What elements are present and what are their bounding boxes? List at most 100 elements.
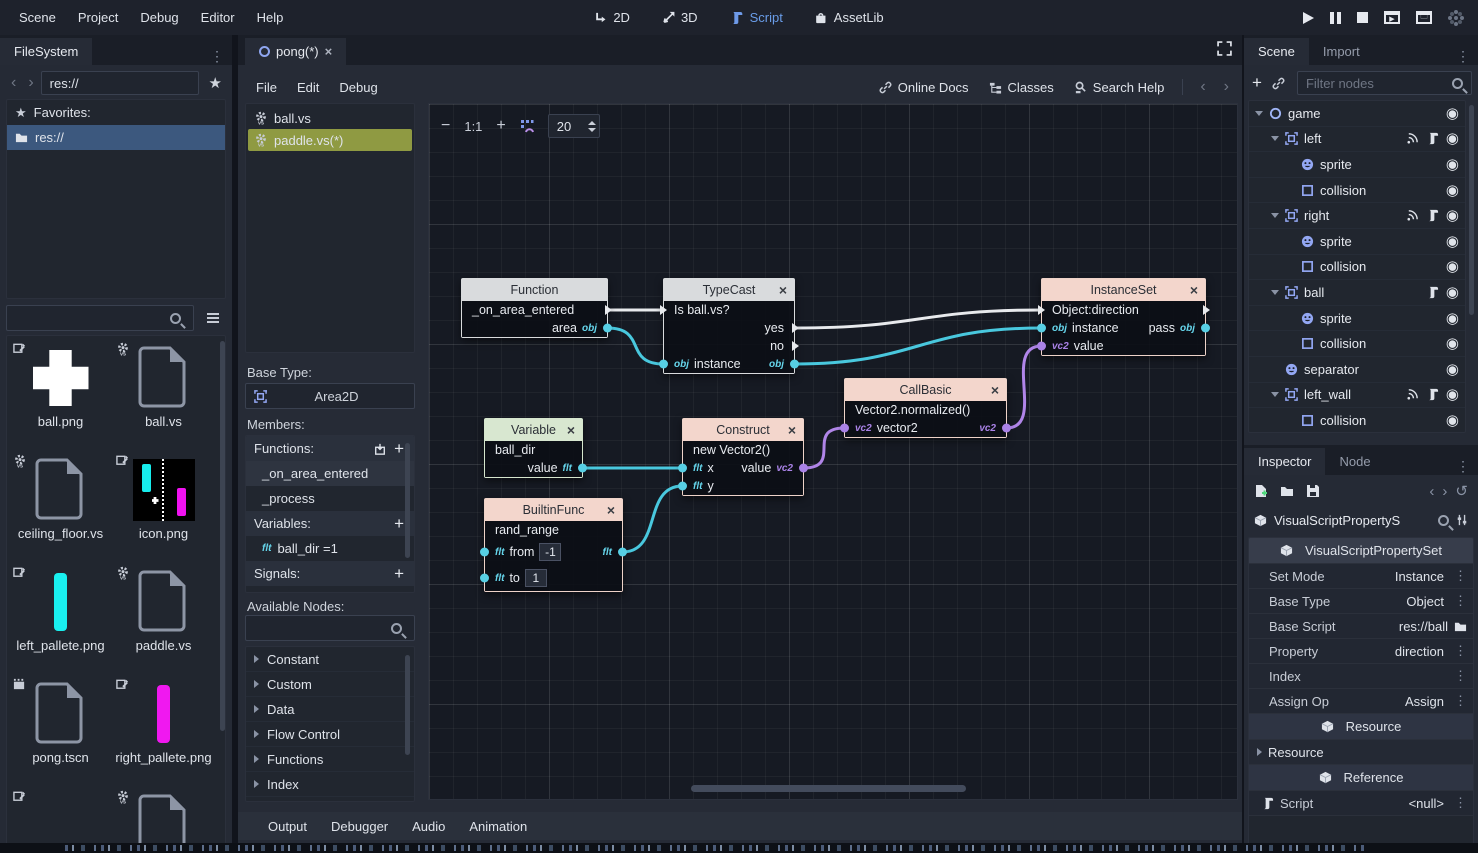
- port-bf.toin[interactable]: [480, 574, 489, 583]
- signal-icon[interactable]: [1406, 209, 1419, 222]
- distraction-free-icon[interactable]: [1217, 41, 1232, 59]
- tab-node[interactable]: Node: [1325, 448, 1384, 475]
- port-bf.fromin[interactable]: [480, 548, 489, 557]
- nav-back-button[interactable]: ‹: [6, 74, 21, 92]
- graph-node-builtinfunc[interactable]: BuiltinFunc×rand_rangefltfrom-1fltfltto1: [484, 498, 623, 592]
- file-item[interactable]: vsceiling_floor.vs: [9, 450, 112, 562]
- node-header[interactable]: BuiltinFunc×: [485, 499, 622, 521]
- visibility-toggle-icon[interactable]: ◉: [1446, 285, 1459, 300]
- members-scrollbar[interactable]: [405, 443, 410, 558]
- scene-tree-row[interactable]: separator◉: [1249, 357, 1465, 383]
- mode-2d[interactable]: 2D: [585, 6, 639, 29]
- property-value[interactable]: Instance: [1395, 569, 1444, 584]
- nav-forward-button[interactable]: ›: [23, 74, 38, 92]
- script-icon[interactable]: [1426, 209, 1439, 222]
- node-header[interactable]: CallBasic×: [845, 379, 1006, 401]
- member-item[interactable]: fltball_dir =1: [246, 536, 414, 561]
- current-path-input[interactable]: [42, 76, 198, 91]
- available-node-category[interactable]: Data: [246, 697, 414, 722]
- script-history-forward[interactable]: ›: [1219, 78, 1234, 96]
- port-tc.seqin[interactable]: [660, 305, 667, 315]
- file-item[interactable]: icon.png: [112, 450, 215, 562]
- add-member-button[interactable]: +: [392, 439, 406, 459]
- inspector-back-icon[interactable]: ‹: [1429, 483, 1434, 500]
- node-header[interactable]: Function: [462, 279, 607, 301]
- snap-step-input[interactable]: [557, 119, 587, 134]
- available-node-category[interactable]: Functions: [246, 747, 414, 772]
- port-cb.vecin[interactable]: [840, 424, 849, 433]
- file-grid-scrollbar[interactable]: [220, 341, 225, 731]
- pause-button[interactable]: [1330, 12, 1341, 24]
- search-help-button[interactable]: Search Help: [1068, 76, 1171, 99]
- tab-filesystem[interactable]: FileSystem: [0, 38, 92, 65]
- member-item[interactable]: _on_area_entered: [246, 461, 414, 486]
- inspector-section[interactable]: Resource: [1249, 714, 1473, 740]
- mode-assetlib[interactable]: AssetLib: [806, 6, 893, 29]
- visibility-toggle-icon[interactable]: ◉: [1446, 259, 1459, 274]
- close-node-icon[interactable]: ×: [991, 383, 999, 397]
- close-node-icon[interactable]: ×: [1190, 283, 1198, 297]
- spin-arrows-icon[interactable]: [588, 121, 596, 132]
- port-bf.out[interactable]: [618, 548, 627, 557]
- add-node-button[interactable]: +: [1250, 73, 1264, 93]
- bottom-tab-output[interactable]: Output: [258, 816, 317, 837]
- inspector-foldable[interactable]: Resource: [1249, 740, 1473, 765]
- port-is.seqin[interactable]: [1038, 305, 1045, 315]
- visibility-toggle-icon[interactable]: ◉: [1446, 311, 1459, 326]
- inspector-history-icon[interactable]: ↺: [1455, 482, 1468, 500]
- available-node-category[interactable]: Custom: [246, 672, 414, 697]
- node-header[interactable]: InstanceSet×: [1042, 279, 1205, 301]
- file-search-input[interactable]: [7, 311, 170, 326]
- script-icon[interactable]: [1426, 132, 1439, 145]
- graph-node-variable[interactable]: Variable×ball_dirvalueflt: [484, 418, 583, 478]
- edited-resource-row[interactable]: VisualScriptPropertyS: [1244, 507, 1478, 533]
- mode-script[interactable]: Script: [721, 6, 792, 29]
- dock-menu-icon[interactable]: ⋮: [1448, 458, 1478, 475]
- favorite-star-button[interactable]: ★: [205, 74, 226, 92]
- port-con.xin[interactable]: [678, 464, 687, 473]
- property-value[interactable]: direction: [1395, 644, 1444, 659]
- scene-tree-row[interactable]: left_wall◉: [1249, 383, 1465, 409]
- add-member-button[interactable]: +: [392, 514, 406, 534]
- graph-node-instanceset[interactable]: InstanceSet×Object:directionobjinstancep…: [1041, 278, 1206, 356]
- port-tc.no[interactable]: [792, 341, 799, 351]
- menu-edit[interactable]: Edit: [287, 76, 329, 99]
- file-list-view-toggle[interactable]: [200, 305, 226, 331]
- port-fn.seqout[interactable]: [605, 305, 612, 315]
- close-tab-icon[interactable]: ×: [325, 44, 333, 59]
- graph-node-callbasic[interactable]: CallBasic×Vector2.normalized()vc2vector2…: [844, 378, 1007, 438]
- signal-icon[interactable]: [1406, 132, 1419, 145]
- menu-help[interactable]: Help: [248, 6, 293, 29]
- close-node-icon[interactable]: ×: [779, 283, 787, 297]
- classes-button[interactable]: Classes: [983, 76, 1060, 99]
- zoom-out-button[interactable]: −: [441, 117, 450, 135]
- node-header[interactable]: Construct×: [683, 419, 803, 441]
- script-icon[interactable]: [1426, 388, 1439, 401]
- inspector-property-row[interactable]: Set ModeInstance⋮: [1249, 564, 1473, 589]
- property-value[interactable]: Assign: [1405, 694, 1444, 709]
- visualscript-graph[interactable]: − 1:1 + Function_on_area_enteredareaobjT…: [428, 103, 1238, 800]
- scene-tree-row[interactable]: ball◉: [1249, 280, 1465, 306]
- property-value[interactable]: Object: [1406, 594, 1444, 609]
- zoom-in-button[interactable]: +: [496, 117, 505, 135]
- visibility-toggle-icon[interactable]: ◉: [1446, 362, 1459, 377]
- base-type-box[interactable]: Area2D: [245, 383, 415, 409]
- file-item[interactable]: ball.png: [9, 338, 112, 450]
- port-con.valout[interactable]: [799, 464, 808, 473]
- search-icon[interactable]: [1438, 515, 1449, 526]
- tab-import[interactable]: Import: [1309, 38, 1374, 65]
- visibility-toggle-icon[interactable]: ◉: [1446, 106, 1459, 121]
- graph-hscrollbar[interactable]: [691, 785, 966, 792]
- scene-tree-row[interactable]: collision◉: [1249, 178, 1465, 204]
- scene-tree-row[interactable]: collision◉: [1249, 255, 1465, 281]
- menu-debug[interactable]: Debug: [329, 76, 387, 99]
- script-history-back[interactable]: ‹: [1195, 78, 1210, 96]
- visibility-toggle-icon[interactable]: ◉: [1446, 208, 1459, 223]
- property-menu-icon[interactable]: ⋮: [1450, 593, 1467, 609]
- inspector-property-row[interactable]: Index⋮: [1249, 664, 1473, 689]
- visibility-toggle-icon[interactable]: ◉: [1446, 387, 1459, 402]
- node-header[interactable]: TypeCast×: [664, 279, 794, 301]
- save-resource-icon[interactable]: [1306, 484, 1320, 498]
- file-item[interactable]: vs: [112, 786, 215, 851]
- close-node-icon[interactable]: ×: [788, 423, 796, 437]
